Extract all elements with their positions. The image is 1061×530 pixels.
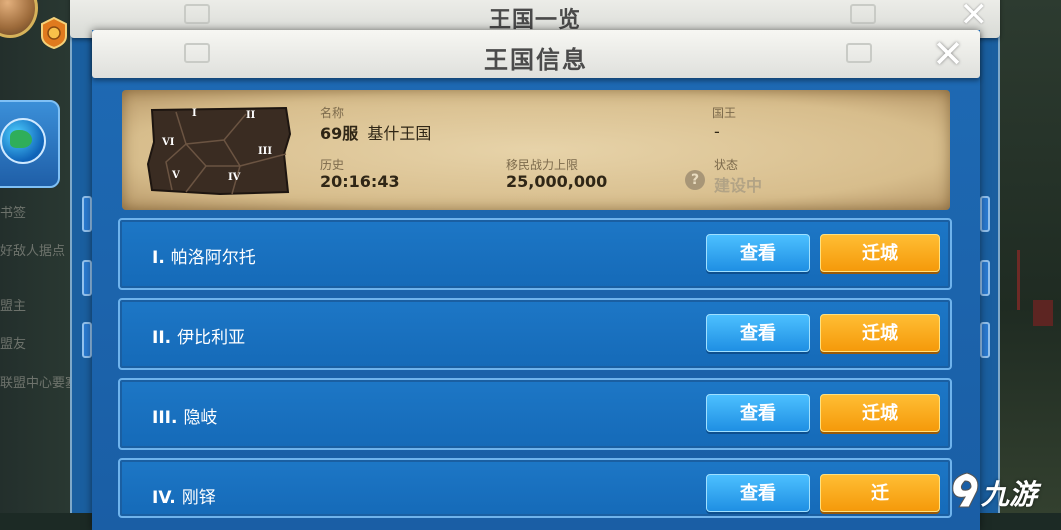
region-name: II. 伊比利亚 (152, 323, 245, 348)
region-numeral: II. (152, 328, 172, 348)
question-icon[interactable]: ? (685, 170, 705, 190)
region-label-ii: II (246, 110, 256, 121)
panel-edge-tab (980, 196, 990, 232)
region-row: I. 帕洛阿尔托 查看 迁城 (118, 218, 952, 290)
server-number: 69服 (320, 124, 359, 143)
watermark-text: 九游 (981, 478, 1038, 511)
region-row: II. 伊比利亚 查看 迁城 (118, 298, 952, 370)
jiuyou-logo-icon (952, 472, 979, 508)
kingdom-info-title: 王国信息 (484, 46, 588, 74)
side-menu-item[interactable]: 书签 (0, 202, 26, 221)
region-label-iii: III (258, 146, 273, 157)
region-name: IV. 刚铎 (152, 483, 216, 508)
region-numeral: III. (152, 408, 178, 428)
region-name-text: 伊比利亚 (177, 328, 246, 348)
region-numeral: IV. (152, 488, 176, 508)
migration-limit-label: 移民战力上限 (506, 158, 579, 172)
region-name: I. 帕洛阿尔托 (152, 243, 256, 268)
kingdom-info-header: 王国信息 ✕ (92, 30, 980, 78)
region-name-text: 帕洛阿尔托 (170, 248, 256, 268)
view-button[interactable]: 查看 (706, 474, 810, 512)
status-label: 状态 (714, 158, 739, 172)
side-menu-item[interactable]: 盟友 (0, 333, 26, 352)
migrate-button[interactable]: 迁城 (820, 394, 940, 432)
panel-edge-tab (980, 322, 990, 358)
region-name-text: 刚铎 (181, 488, 216, 508)
close-icon[interactable]: ✕ (960, 0, 989, 32)
name-label: 名称 (320, 106, 345, 120)
region-label-iv: IV (228, 172, 241, 183)
region-row: III. 隐岐 查看 迁城 (118, 378, 952, 450)
kingdom-name: 69服 基什王国 (320, 120, 431, 144)
migration-limit-value: 25,000,000 (506, 172, 608, 191)
king-label: 国王 (712, 106, 737, 120)
view-button[interactable]: 查看 (706, 394, 810, 432)
panel-edge-tab (82, 196, 92, 232)
view-button[interactable]: 查看 (706, 234, 810, 272)
history-label: 历史 (320, 158, 345, 172)
migrate-button[interactable]: 迁城 (820, 234, 940, 272)
jiuyou-watermark: 九游 (941, 467, 1059, 513)
panel-edge-tab (82, 260, 92, 296)
side-menu-item[interactable]: 盟主 (0, 295, 26, 314)
history-value: 20:16:43 (320, 172, 400, 191)
flag-banner (1033, 300, 1053, 326)
region-row: IV. 刚铎 查看 迁 (118, 458, 952, 518)
region-name: III. 隐岐 (152, 403, 217, 428)
region-label-v: V (172, 170, 180, 181)
kingdom-name-text: 基什王国 (367, 124, 432, 143)
panel-edge-tab (82, 322, 92, 358)
rank-badge-icon[interactable] (38, 16, 70, 50)
migrate-button[interactable]: 迁 (820, 474, 940, 512)
region-numeral: I. (152, 248, 165, 268)
region-label-i: I (192, 108, 197, 119)
region-name-text: 隐岐 (183, 408, 218, 428)
side-menu-item[interactable]: 好敌人据点 (0, 240, 65, 259)
close-icon[interactable]: ✕ (932, 34, 964, 74)
panel-edge-tab (980, 260, 990, 296)
status-value: 建设中 (714, 176, 763, 195)
king-value: - (714, 122, 720, 141)
view-button[interactable]: 查看 (706, 314, 810, 352)
region-label-vi: VI (162, 137, 175, 148)
side-menu-item[interactable]: 联盟中心要塞 (0, 372, 78, 391)
migrate-button[interactable]: 迁城 (820, 314, 940, 352)
flag-pole (1017, 250, 1020, 310)
globe-land (10, 130, 32, 148)
world-map-tab[interactable] (0, 100, 60, 188)
kingdom-info-card: I II III IV V VI 名称 69服 基什王国 国王 - 历史 20:… (122, 90, 950, 210)
